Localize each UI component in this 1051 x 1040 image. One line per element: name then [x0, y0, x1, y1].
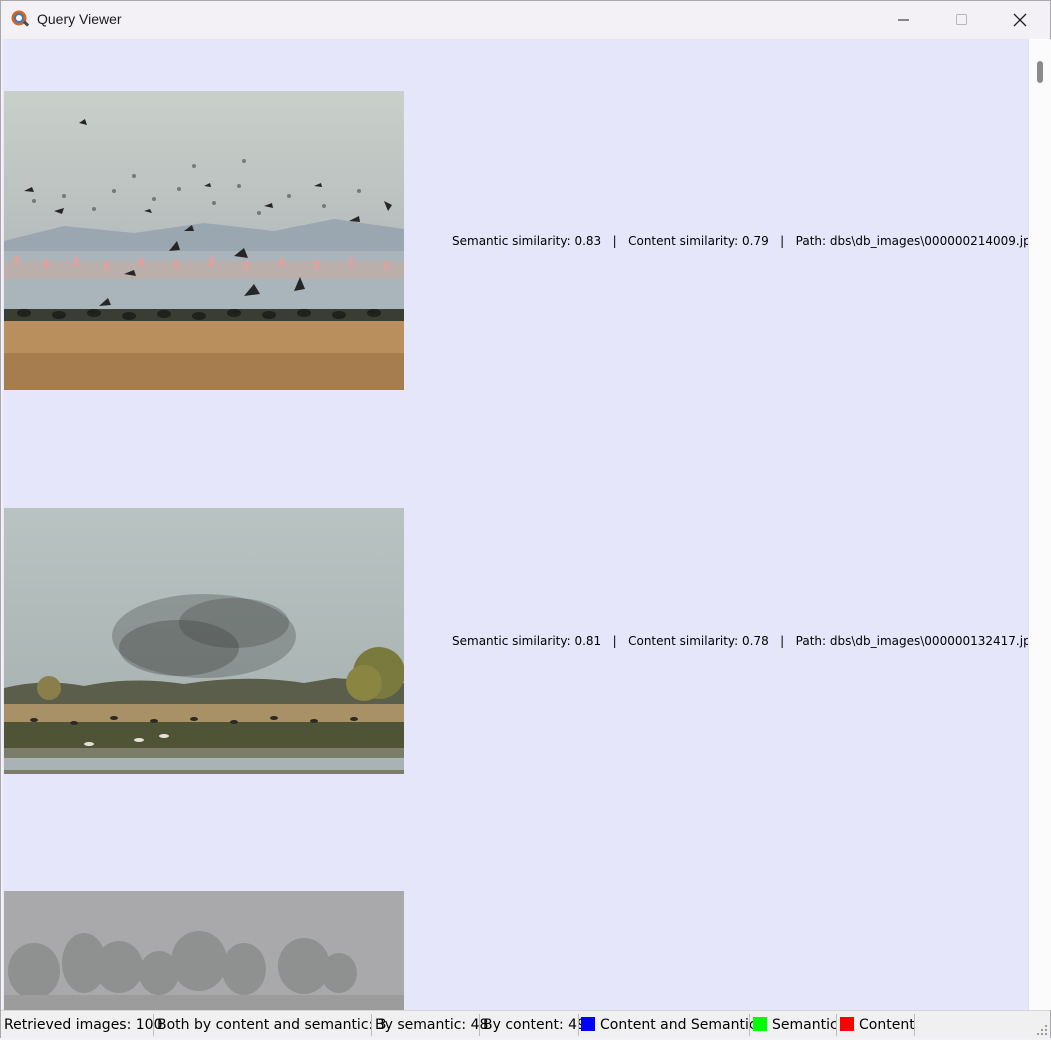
close-icon [1013, 13, 1027, 27]
resize-grip-icon[interactable] [1036, 1024, 1048, 1036]
title-bar[interactable]: Query Viewer [1, 1, 1050, 39]
status-separator [836, 1014, 837, 1036]
minimize-button[interactable] [875, 1, 933, 39]
window-title: Query Viewer [37, 11, 122, 27]
query-viewer-window: Query Viewer Semantic similarity: 0.83 |… [0, 0, 1051, 1038]
status-both: Both by content and semantic: 3 [157, 1017, 387, 1033]
status-retrieved: Retrieved images: 100 [4, 1017, 163, 1033]
status-content: By content: 49 [483, 1017, 586, 1033]
legend-swatch-content [840, 1017, 854, 1031]
result-info-1: Semantic similarity: 0.83 | Content simi… [452, 234, 1028, 248]
status-separator [153, 1014, 154, 1036]
result-image-1[interactable] [4, 91, 404, 390]
close-button[interactable] [991, 1, 1049, 39]
status-separator [749, 1014, 750, 1036]
status-separator [479, 1014, 480, 1036]
maximize-icon [956, 14, 967, 25]
result-image-3[interactable] [4, 891, 404, 1010]
legend-swatch-content-semantic [581, 1017, 595, 1031]
maximize-button[interactable] [933, 1, 991, 39]
legend-swatch-semantic [753, 1017, 767, 1031]
legend-label-content: Content [859, 1017, 915, 1033]
result-image-2[interactable] [4, 508, 404, 774]
legend-label-content-semantic: Content and Semantic [600, 1017, 757, 1033]
app-magnifier-icon [10, 9, 30, 29]
minimize-icon [898, 19, 909, 21]
results-scroll-area[interactable]: Semantic similarity: 0.83 | Content simi… [3, 39, 1028, 1010]
status-separator [578, 1014, 579, 1036]
vertical-scrollbar[interactable] [1028, 39, 1051, 1010]
scrollbar-thumb[interactable] [1037, 61, 1043, 83]
status-separator [914, 1014, 915, 1036]
status-separator [371, 1014, 372, 1036]
status-bar: Retrieved images: 100 Both by content an… [1, 1010, 1050, 1038]
legend-label-semantic: Semantic [772, 1017, 838, 1033]
result-info-2: Semantic similarity: 0.81 | Content simi… [452, 634, 1028, 648]
status-semantic: By semantic: 48 [375, 1017, 489, 1033]
